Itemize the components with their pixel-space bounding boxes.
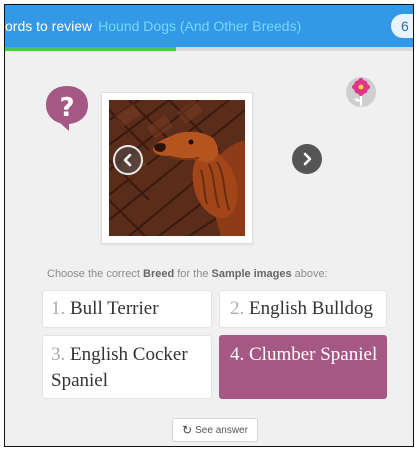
prompt-lead: Choose the correct [47, 268, 140, 280]
refresh-icon: ↻ [182, 423, 193, 437]
answer-option-3[interactable]: 3. English Cocker Spaniel [42, 335, 212, 399]
chevron-right-icon [303, 152, 312, 166]
svg-text:?: ? [59, 93, 74, 123]
option-label: Bull Terrier [70, 298, 159, 319]
progress-fill [5, 47, 177, 51]
prompt-middle: for the [177, 268, 209, 280]
answer-option-2[interactable]: 2. English Bulldog [219, 290, 387, 328]
course-link[interactable]: Hound Dogs (And Other Breeds) [98, 18, 301, 34]
top-bar: ords to review Hound Dogs (And Other Bree… [5, 5, 413, 47]
progress-bar [5, 47, 413, 51]
option-number: 4. [230, 344, 245, 365]
question-mark-icon[interactable]: ? [43, 83, 91, 133]
flower-icon[interactable] [345, 75, 377, 109]
previous-image-button[interactable] [113, 145, 143, 175]
question-prompt: Choose the correct Breed for the Sample … [47, 268, 328, 280]
see-answer-button[interactable]: ↻ See answer [172, 418, 258, 442]
header-title: ords to review Hound Dogs (And Other Bree… [5, 18, 301, 34]
app-frame: ords to review Hound Dogs (And Other Bree… [4, 4, 414, 447]
header-title-text: ords to review [5, 18, 93, 34]
next-image-button[interactable] [292, 144, 322, 174]
answer-option-4-selected[interactable]: 4. Clumber Spaniel [219, 335, 387, 399]
counter-badge[interactable]: 6 [391, 14, 413, 38]
option-number: 3. [51, 344, 66, 365]
answer-option-1[interactable]: 1. Bull Terrier [42, 290, 212, 328]
see-answer-label: See answer [195, 424, 248, 436]
prompt-tail: above: [294, 268, 328, 280]
chevron-left-icon [123, 153, 132, 167]
option-number: 1. [51, 298, 66, 319]
option-number: 2. [230, 298, 245, 319]
option-label: English Bulldog [249, 298, 374, 319]
prompt-keyword-breed: Breed [143, 268, 175, 280]
prompt-keyword-sample-images: Sample images [211, 268, 292, 280]
option-label: English Cocker Spaniel [51, 344, 188, 391]
option-label: Clumber Spaniel [249, 344, 378, 365]
